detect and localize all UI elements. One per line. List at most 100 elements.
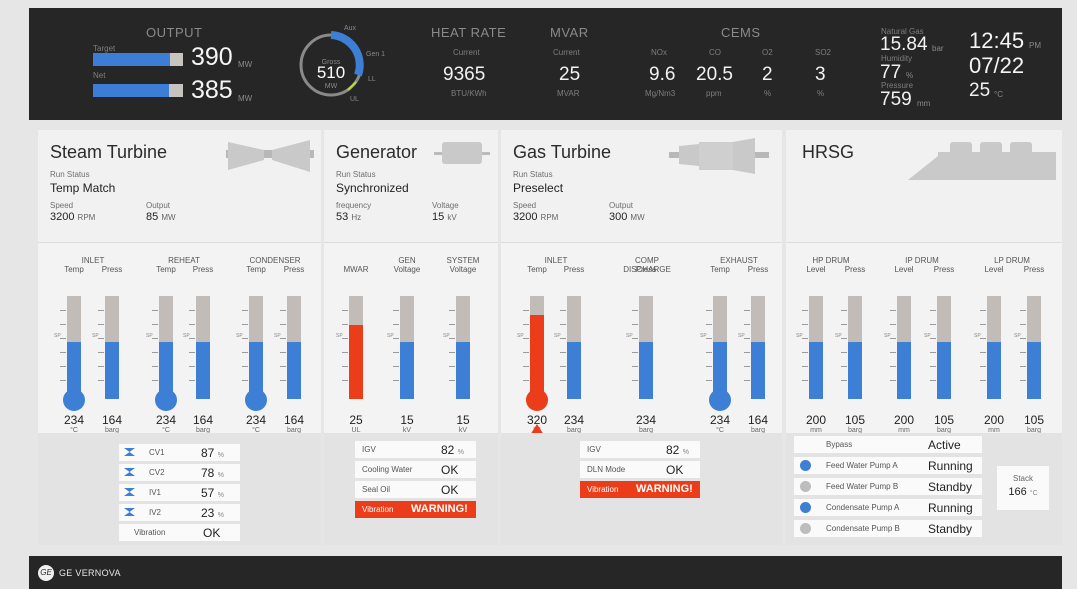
gauge-value: 200	[805, 413, 827, 427]
gas-run-status-label: Run Status	[513, 170, 553, 179]
gas-header: Gas Turbine Run Status Preselect Speed 3…	[501, 130, 782, 243]
gauge-tick	[841, 310, 847, 311]
thermometer-bulb	[526, 389, 548, 411]
gauge-tick	[98, 310, 104, 311]
gauge-fill	[809, 342, 823, 399]
setpoint-label: SP	[183, 333, 190, 339]
gauge-value: 105	[933, 413, 955, 427]
gas-speed-label: Speed	[513, 201, 537, 210]
hmi-dashboard: OUTPUT Target 390 MW Net 385 MW Gross 51…	[0, 0, 1077, 589]
gauge-tick	[744, 366, 750, 367]
target-value: 390	[191, 43, 233, 71]
gas-run-status: Preselect	[513, 181, 564, 195]
gauge-tick	[980, 380, 986, 381]
gauge-fill	[196, 342, 210, 399]
gauge-tick	[706, 310, 712, 311]
equipment-status: Running	[928, 501, 973, 515]
gauge-tick	[560, 324, 566, 325]
gauge-tick	[280, 352, 286, 353]
cems-so2-name: SO2	[815, 48, 832, 57]
gauge-fill	[530, 314, 544, 399]
gauge-tick	[841, 352, 847, 353]
status-value: 82 %	[441, 443, 464, 457]
gauge-tick	[706, 352, 712, 353]
heat-current-label: Current	[453, 48, 480, 57]
gauge-tick	[189, 324, 195, 325]
cems-label: CEMS	[721, 25, 761, 40]
valve-value: 23 %	[201, 506, 224, 520]
generator-panel: Generator Run Status Synchronized freque…	[324, 130, 498, 545]
setpoint-label: SP	[974, 333, 981, 339]
pump-icon	[800, 523, 811, 534]
target-bar-fill	[93, 53, 171, 66]
gauge-bar	[848, 296, 862, 399]
gauge-tick	[152, 380, 158, 381]
gauge-tick	[560, 366, 566, 367]
gauge-bar	[1027, 296, 1041, 399]
gauge-bar	[987, 296, 1001, 399]
equipment-row: Condensate Pump B Standby	[794, 520, 982, 537]
gauge-bar	[937, 296, 951, 399]
gauge-tick	[802, 380, 808, 381]
pump-icon	[800, 460, 811, 471]
exhaust-label: EXHAUST	[720, 256, 758, 265]
status-name: DLN Mode	[587, 465, 626, 474]
gauge-tick	[980, 366, 986, 367]
press-label: Press	[1023, 265, 1045, 274]
status-row: Cooling Water OK	[355, 461, 476, 478]
gauge-tick	[930, 380, 936, 381]
brand-name: GE VERNOVA	[59, 568, 121, 578]
status-value: WARNING!	[636, 483, 693, 495]
gauge-tick	[1020, 366, 1026, 367]
steam-speed-label: Speed	[50, 201, 74, 210]
cems-nox-name: NOx	[651, 48, 667, 57]
gauge-tick	[152, 310, 158, 311]
gauge-bar	[287, 296, 301, 399]
cems-co-name: CO	[709, 48, 721, 57]
gauge-value: 234	[63, 413, 85, 427]
dial-ll: LL	[368, 76, 376, 83]
gauge-tick	[449, 310, 455, 311]
gas-title: Gas Turbine	[513, 142, 612, 162]
gauge-tick	[1020, 324, 1026, 325]
status-value: OK	[441, 463, 459, 477]
gas-value: 15.84	[880, 34, 928, 55]
gauge-bar	[349, 296, 363, 399]
status-row: IGV 82 %	[580, 441, 700, 458]
output-label: OUTPUT	[146, 25, 203, 40]
steam-output-label: Output	[146, 201, 171, 210]
gas-gauges: INLET Temp Press COMP DISCHARGE Press EXHAUST…	[501, 244, 782, 435]
gauge-tick	[744, 310, 750, 311]
footer-bar: GE GE VERNOVA	[29, 556, 1062, 589]
dial-ll-marker	[347, 81, 357, 91]
gauge-tick	[342, 366, 348, 367]
valve-name: CV2	[149, 468, 165, 477]
gauge-tick	[744, 380, 750, 381]
gauge-tick	[890, 352, 896, 353]
gauge-value: 164	[747, 413, 769, 427]
steam-turbine-panel: Steam Turbine Run Status Temp Match Spee…	[38, 130, 321, 545]
steam-gauges: INLET Temp Press REHEAT Temp Press CONDENSER Te…	[38, 244, 321, 434]
gauge-bar	[639, 296, 653, 399]
system-voltage-sub: Voltage	[449, 265, 477, 274]
pump-icon	[800, 502, 811, 513]
cems-so2-unit: %	[817, 89, 825, 98]
gauge-tick	[632, 324, 638, 325]
gauge-bar	[751, 296, 765, 399]
clock-ampm: PM	[1029, 41, 1041, 50]
steam-turbine-icon	[226, 140, 314, 172]
gauge-tick	[744, 324, 750, 325]
gauge-tick	[342, 352, 348, 353]
pump-icon	[800, 481, 811, 492]
gauge-tick	[890, 366, 896, 367]
humidity-unit: %	[906, 71, 914, 80]
valve-row: CV2 78 %	[119, 464, 240, 481]
gauge-fill	[848, 342, 862, 399]
clock-time: 12:45	[969, 28, 1025, 53]
press-label: Press	[635, 265, 657, 274]
setpoint-label: SP	[387, 333, 394, 339]
gauge-fill	[987, 342, 1001, 399]
generator-icon	[434, 142, 490, 164]
ge-logo-icon: GE	[38, 565, 54, 581]
net-bar-fill	[93, 84, 169, 97]
